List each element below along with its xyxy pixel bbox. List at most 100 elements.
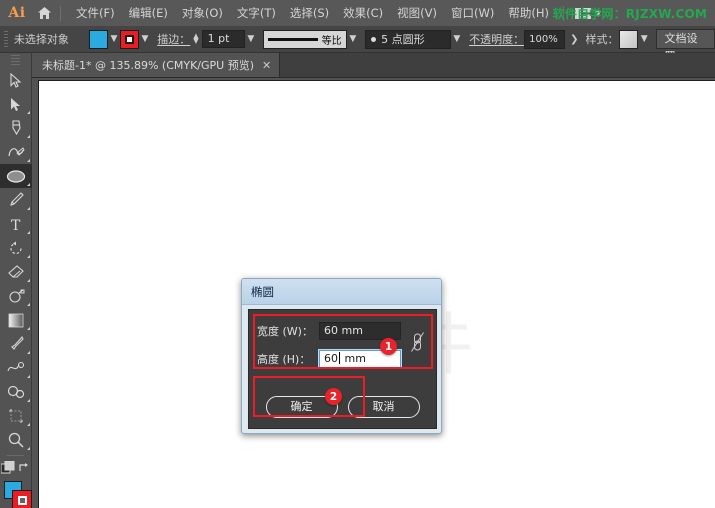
menu-object[interactable]: 对象(O): [175, 2, 230, 24]
tool-group-indicator-icon: [27, 135, 30, 138]
scale-tool[interactable]: [0, 284, 32, 308]
brush-definition-label: 5 点圆形: [381, 33, 425, 46]
stroke-profile-label: 等比: [321, 35, 342, 47]
text-cursor: [339, 352, 340, 364]
curvature-tool[interactable]: [0, 140, 32, 164]
tool-group-indicator-icon: [27, 423, 30, 426]
selection-status-label: 未选择对象: [13, 33, 69, 46]
menu-help[interactable]: 帮助(H): [501, 2, 556, 24]
menu-edit[interactable]: 编辑(E): [122, 2, 175, 24]
menu-select[interactable]: 选择(S): [283, 2, 336, 24]
close-icon[interactable]: ✕: [262, 59, 271, 72]
dialog-body: 宽度 (W)： 60 mm 高度 (H)： 60 mm 确定 取消: [248, 309, 437, 429]
tools-divider: [7, 455, 24, 456]
swap-fill-stroke-icon[interactable]: [18, 462, 31, 474]
dialog-title: 椭圆: [251, 284, 274, 299]
stroke-profile-chevron-down-icon[interactable]: ▼: [347, 34, 360, 44]
annotation-badge-2: 2: [325, 388, 342, 405]
opacity-label: 不透明度：: [469, 33, 525, 46]
ellipse-dialog: 椭圆 宽度 (W)： 60 mm 高度 (H)： 60 mm 确定 取消 1 2: [241, 278, 442, 434]
stroke-weight-label: 描边：: [157, 33, 191, 46]
drawing-mode-row: [0, 459, 31, 477]
paintbrush-tool[interactable]: [0, 188, 32, 212]
tool-group-indicator-icon: [27, 303, 30, 306]
ellipse-tool[interactable]: [0, 164, 32, 188]
menu-effect[interactable]: 效果(C): [336, 2, 390, 24]
home-icon[interactable]: [30, 6, 58, 20]
tool-group-indicator-icon: [27, 231, 30, 234]
broken-link-icon[interactable]: [410, 331, 426, 355]
opacity-options-button[interactable]: ❯: [565, 34, 583, 45]
type-tool[interactable]: T: [0, 212, 32, 236]
stroke-dropdown-chevron-down-icon[interactable]: ▼: [139, 34, 152, 44]
height-label: 高度 (H)：: [257, 353, 311, 366]
brush-definition-select[interactable]: 5 点圆形: [365, 29, 451, 49]
tool-group-indicator-icon: [27, 111, 30, 114]
change-screen-mode-icon[interactable]: [0, 461, 15, 475]
symbol-sprayer-tool[interactable]: [0, 380, 32, 404]
tool-group-indicator-icon: [27, 183, 30, 186]
direct-selection-tool[interactable]: [0, 92, 32, 116]
cancel-button[interactable]: 取消: [347, 396, 420, 418]
fill-stroke-indicator: [0, 479, 32, 508]
artboard-tool[interactable]: [0, 404, 32, 428]
annotation-badge-1: 1: [380, 338, 397, 355]
height-input-value: 60: [324, 352, 338, 365]
tool-group-indicator-icon: [27, 159, 30, 162]
stroke-swatch[interactable]: [12, 490, 32, 508]
ai-logo: Ai: [8, 5, 26, 21]
gradient-tool[interactable]: [0, 308, 32, 332]
eyedropper-tool[interactable]: [0, 332, 32, 356]
style-chevron-down-icon[interactable]: ▼: [638, 34, 651, 44]
brush-preview-icon: [371, 36, 377, 42]
svg-text:T: T: [11, 218, 21, 232]
graphic-style-swatch[interactable]: [618, 29, 638, 49]
graphic-style-label: 样式：: [585, 33, 619, 46]
stroke-profile-preview: [268, 37, 318, 41]
fill-dropdown-chevron-down-icon[interactable]: ▼: [108, 34, 121, 44]
zoom-tool[interactable]: [0, 428, 32, 452]
pen-tool[interactable]: [0, 116, 32, 140]
menu-file[interactable]: 文件(F): [69, 2, 122, 24]
stroke-color-swatch[interactable]: [120, 29, 139, 49]
tools-panel-grip[interactable]: [11, 55, 20, 66]
canvas-area[interactable]: 软件 椭圆 宽度 (W)： 60 mm 高度 (H)： 60 mm: [32, 78, 715, 508]
eraser-tool[interactable]: [0, 260, 32, 284]
document-tab[interactable]: 未标题-1* @ 135.89% (CMYK/GPU 预览) ✕: [32, 53, 281, 77]
rotate-tool[interactable]: [0, 236, 32, 260]
menu-window[interactable]: 窗口(W): [444, 2, 501, 24]
fill-color-swatch[interactable]: [89, 29, 108, 49]
menu-type[interactable]: 文字(T): [230, 2, 283, 24]
dialog-buttons: 确定 取消: [249, 396, 436, 418]
stroke-weight-chevron-down-icon[interactable]: ▼: [245, 34, 258, 44]
stroke-weight-stepper[interactable]: ▲ ▼: [193, 33, 198, 45]
menu-view[interactable]: 视图(V): [390, 2, 444, 24]
width-label: 宽度 (W)：: [257, 325, 313, 338]
tools-panel: T: [0, 53, 32, 508]
control-options-bar: 未选择对象 ▼ ▼ 描边： ▲ ▼ 1 pt ▼ 等比 ▼ 5 点圆形 ▼ 不透明…: [0, 26, 715, 63]
selection-tool[interactable]: [0, 68, 32, 92]
document-setup-button[interactable]: 文档设置: [656, 29, 715, 63]
tool-group-indicator-icon: [27, 399, 30, 402]
menu-divider: [60, 5, 61, 21]
tool-group-indicator-icon: [27, 447, 30, 450]
blend-tool[interactable]: [0, 356, 32, 380]
stroke-weight-input[interactable]: 1 pt: [201, 30, 245, 48]
tool-group-indicator-icon: [27, 279, 30, 282]
height-input-unit: mm: [341, 352, 366, 365]
opacity-input[interactable]: 100%: [524, 29, 566, 49]
document-tab-title: 未标题-1* @ 135.89% (CMYK/GPU 预览): [42, 59, 254, 72]
menu-bar: Ai 文件(F) 编辑(E) 对象(O) 文字(T) 选择(S) 效果(C) 视…: [0, 0, 715, 26]
tool-group-indicator-icon: [27, 327, 30, 330]
tool-group-indicator-icon: [27, 207, 30, 210]
panel-grip[interactable]: [4, 30, 8, 48]
site-watermark: 软件自学网：RJZXW.COM: [552, 7, 707, 21]
stroke-profile-select[interactable]: 等比: [263, 29, 347, 49]
tool-group-indicator-icon: [27, 351, 30, 354]
document-tab-bar: 未标题-1* @ 135.89% (CMYK/GPU 预览) ✕: [32, 53, 715, 78]
dialog-fields: 宽度 (W)： 60 mm 高度 (H)： 60 mm: [249, 310, 436, 370]
tool-group-indicator-icon: [27, 375, 30, 378]
tool-group-indicator-icon: [27, 255, 30, 258]
brush-chevron-down-icon[interactable]: ▼: [451, 34, 464, 44]
dialog-title-bar[interactable]: 椭圆: [242, 279, 441, 305]
